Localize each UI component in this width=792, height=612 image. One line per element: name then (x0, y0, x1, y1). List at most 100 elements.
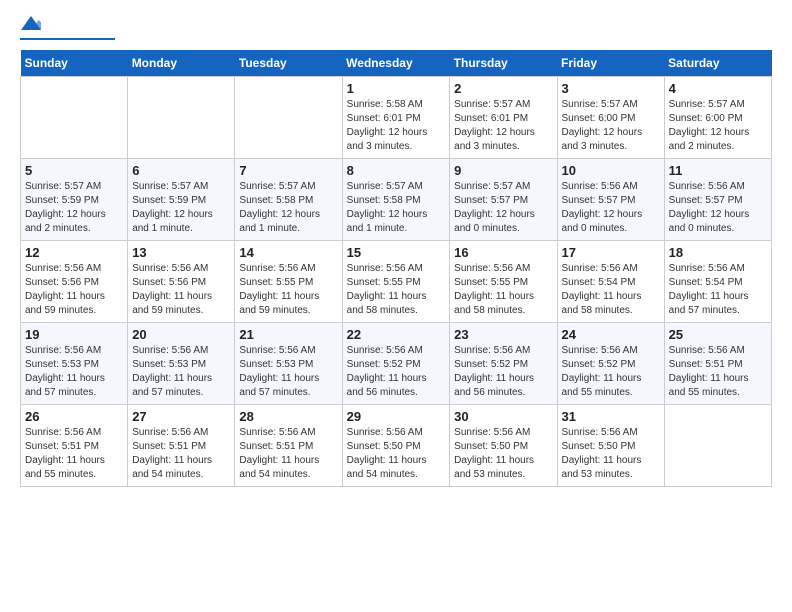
day-info: Sunrise: 5:56 AMSunset: 5:57 PMDaylight:… (562, 180, 660, 236)
day-info: Sunrise: 5:56 AMSunset: 5:51 PMDaylight:… (669, 344, 767, 400)
day-info: Sunrise: 5:57 AMSunset: 5:59 PMDaylight:… (132, 180, 230, 236)
table-row (664, 405, 771, 487)
day-number: 30 (454, 409, 552, 424)
day-info: Sunrise: 5:56 AMSunset: 5:50 PMDaylight:… (562, 426, 660, 482)
calendar-week-5: 26 Sunrise: 5:56 AMSunset: 5:51 PMDayligh… (21, 405, 772, 487)
logo-underline (20, 38, 115, 40)
day-number: 8 (347, 163, 446, 178)
table-row: 6 Sunrise: 5:57 AMSunset: 5:59 PMDaylight… (128, 159, 235, 241)
table-row: 3 Sunrise: 5:57 AMSunset: 6:00 PMDaylight… (557, 77, 664, 159)
day-number: 14 (239, 245, 337, 260)
day-info: Sunrise: 5:56 AMSunset: 5:51 PMDaylight:… (132, 426, 230, 482)
day-info: Sunrise: 5:57 AMSunset: 6:00 PMDaylight:… (669, 98, 767, 154)
day-number: 27 (132, 409, 230, 424)
day-number: 4 (669, 81, 767, 96)
day-info: Sunrise: 5:56 AMSunset: 5:50 PMDaylight:… (454, 426, 552, 482)
day-info: Sunrise: 5:56 AMSunset: 5:53 PMDaylight:… (239, 344, 337, 400)
day-number: 10 (562, 163, 660, 178)
day-info: Sunrise: 5:57 AMSunset: 6:01 PMDaylight:… (454, 98, 552, 154)
day-info: Sunrise: 5:57 AMSunset: 5:58 PMDaylight:… (239, 180, 337, 236)
table-row (21, 77, 128, 159)
table-row: 11 Sunrise: 5:56 AMSunset: 5:57 PMDayligh… (664, 159, 771, 241)
header-sunday: Sunday (21, 50, 128, 77)
day-number: 3 (562, 81, 660, 96)
table-row: 7 Sunrise: 5:57 AMSunset: 5:58 PMDaylight… (235, 159, 342, 241)
header-monday: Monday (128, 50, 235, 77)
calendar-week-2: 5 Sunrise: 5:57 AMSunset: 5:59 PMDaylight… (21, 159, 772, 241)
table-row: 23Sunrise: 5:56 AMSunset: 5:52 PMDayligh… (450, 323, 557, 405)
table-row: 28 Sunrise: 5:56 AMSunset: 5:51 PMDayligh… (235, 405, 342, 487)
table-row: 2 Sunrise: 5:57 AMSunset: 6:01 PMDaylight… (450, 77, 557, 159)
day-number: 28 (239, 409, 337, 424)
table-row: 5 Sunrise: 5:57 AMSunset: 5:59 PMDaylight… (21, 159, 128, 241)
day-info: Sunrise: 5:56 AMSunset: 5:56 PMDaylight:… (132, 262, 230, 318)
day-info: Sunrise: 5:57 AMSunset: 5:59 PMDaylight:… (25, 180, 123, 236)
calendar-header-row: Sunday Monday Tuesday Wednesday Thursday… (21, 50, 772, 77)
table-row: 22Sunrise: 5:56 AMSunset: 5:52 PMDayligh… (342, 323, 450, 405)
day-info: Sunrise: 5:56 AMSunset: 5:54 PMDaylight:… (669, 262, 767, 318)
day-number: 7 (239, 163, 337, 178)
day-number: 20 (132, 327, 230, 342)
day-number: 1 (347, 81, 446, 96)
calendar-week-3: 12Sunrise: 5:56 AMSunset: 5:56 PMDayligh… (21, 241, 772, 323)
day-info: Sunrise: 5:57 AMSunset: 5:57 PMDaylight:… (454, 180, 552, 236)
day-info: Sunrise: 5:56 AMSunset: 5:55 PMDaylight:… (454, 262, 552, 318)
table-row (128, 77, 235, 159)
table-row: 4 Sunrise: 5:57 AMSunset: 6:00 PMDaylight… (664, 77, 771, 159)
day-info: Sunrise: 5:56 AMSunset: 5:56 PMDaylight:… (25, 262, 123, 318)
header-friday: Friday (557, 50, 664, 77)
day-info: Sunrise: 5:56 AMSunset: 5:53 PMDaylight:… (132, 344, 230, 400)
table-row: 13 Sunrise: 5:56 AMSunset: 5:56 PMDayligh… (128, 241, 235, 323)
calendar-week-1: 1 Sunrise: 5:58 AMSunset: 6:01 PMDaylight… (21, 77, 772, 159)
table-row: 26 Sunrise: 5:56 AMSunset: 5:51 PMDayligh… (21, 405, 128, 487)
day-info: Sunrise: 5:56 AMSunset: 5:57 PMDaylight:… (669, 180, 767, 236)
table-row: 15 Sunrise: 5:56 AMSunset: 5:55 PMDayligh… (342, 241, 450, 323)
day-number: 18 (669, 245, 767, 260)
table-row: 20 Sunrise: 5:56 AMSunset: 5:53 PMDayligh… (128, 323, 235, 405)
table-row: 8Sunrise: 5:57 AMSunset: 5:58 PMDaylight… (342, 159, 450, 241)
logo (20, 20, 115, 40)
day-number: 26 (25, 409, 123, 424)
day-number: 15 (347, 245, 446, 260)
day-number: 13 (132, 245, 230, 260)
day-number: 11 (669, 163, 767, 178)
header-thursday: Thursday (450, 50, 557, 77)
table-row: 27 Sunrise: 5:56 AMSunset: 5:51 PMDayligh… (128, 405, 235, 487)
day-number: 24 (562, 327, 660, 342)
table-row: 10 Sunrise: 5:56 AMSunset: 5:57 PMDayligh… (557, 159, 664, 241)
page-header (20, 20, 772, 40)
day-info: Sunrise: 5:56 AMSunset: 5:51 PMDaylight:… (239, 426, 337, 482)
table-row: 1 Sunrise: 5:58 AMSunset: 6:01 PMDaylight… (342, 77, 450, 159)
table-row: 12Sunrise: 5:56 AMSunset: 5:56 PMDayligh… (21, 241, 128, 323)
calendar-week-4: 19 Sunrise: 5:56 AMSunset: 5:53 PMDayligh… (21, 323, 772, 405)
table-row: 30 Sunrise: 5:56 AMSunset: 5:50 PMDayligh… (450, 405, 557, 487)
day-number: 25 (669, 327, 767, 342)
table-row: 31 Sunrise: 5:56 AMSunset: 5:50 PMDayligh… (557, 405, 664, 487)
table-row: 18 Sunrise: 5:56 AMSunset: 5:54 PMDayligh… (664, 241, 771, 323)
day-number: 23 (454, 327, 552, 342)
day-number: 6 (132, 163, 230, 178)
table-row: 14 Sunrise: 5:56 AMSunset: 5:55 PMDayligh… (235, 241, 342, 323)
header-saturday: Saturday (664, 50, 771, 77)
table-row: 29Sunrise: 5:56 AMSunset: 5:50 PMDayligh… (342, 405, 450, 487)
day-number: 19 (25, 327, 123, 342)
day-number: 16 (454, 245, 552, 260)
day-info: Sunrise: 5:56 AMSunset: 5:51 PMDaylight:… (25, 426, 123, 482)
table-row: 9Sunrise: 5:57 AMSunset: 5:57 PMDaylight… (450, 159, 557, 241)
day-number: 31 (562, 409, 660, 424)
day-number: 5 (25, 163, 123, 178)
day-number: 2 (454, 81, 552, 96)
day-info: Sunrise: 5:58 AMSunset: 6:01 PMDaylight:… (347, 98, 446, 154)
header-wednesday: Wednesday (342, 50, 450, 77)
table-row (235, 77, 342, 159)
table-row: 19 Sunrise: 5:56 AMSunset: 5:53 PMDayligh… (21, 323, 128, 405)
day-info: Sunrise: 5:56 AMSunset: 5:55 PMDaylight:… (347, 262, 446, 318)
day-number: 17 (562, 245, 660, 260)
table-row: 24 Sunrise: 5:56 AMSunset: 5:52 PMDayligh… (557, 323, 664, 405)
day-info: Sunrise: 5:56 AMSunset: 5:55 PMDaylight:… (239, 262, 337, 318)
logo-icon (21, 16, 41, 32)
day-info: Sunrise: 5:56 AMSunset: 5:53 PMDaylight:… (25, 344, 123, 400)
table-row: 21Sunrise: 5:56 AMSunset: 5:53 PMDayligh… (235, 323, 342, 405)
day-info: Sunrise: 5:56 AMSunset: 5:52 PMDaylight:… (562, 344, 660, 400)
day-info: Sunrise: 5:57 AMSunset: 6:00 PMDaylight:… (562, 98, 660, 154)
